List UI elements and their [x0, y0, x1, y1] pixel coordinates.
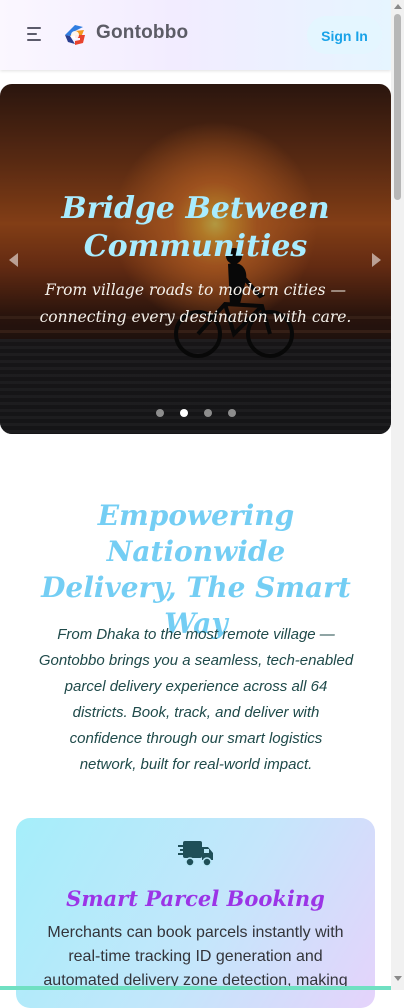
shipping-truck-icon [178, 841, 213, 867]
feature-card-smart-parcel-booking: Smart Parcel Booking Merchants can book … [16, 818, 375, 1008]
hero-subtitle: From village roads to modern cities — con… [39, 281, 352, 326]
hamburger-menu-icon[interactable] [27, 27, 43, 41]
hero-title: Bridge Between Communities [61, 191, 330, 264]
hero-slider: Bridge Between Communities From village r… [0, 84, 391, 434]
top-navbar: Gontobbo Sign In [0, 0, 391, 70]
slider-prev-arrow-icon[interactable] [9, 253, 18, 267]
slide-dot-4[interactable] [228, 409, 236, 417]
sign-in-button[interactable]: Sign In [307, 16, 382, 54]
slider-next-arrow-icon[interactable] [372, 253, 381, 267]
section-description: From Dhaka to the most remote village — … [38, 626, 354, 773]
gontobbo-logo-icon[interactable] [62, 22, 88, 48]
page-scrollbar[interactable] [391, 0, 404, 990]
card-description: Merchants can book parcels instantly wit… [43, 924, 348, 989]
section-title: Empowering Nationwide Delivery, The Smar… [41, 499, 351, 640]
slide-dot-3[interactable] [204, 409, 212, 417]
scrollbar-thumb[interactable] [394, 14, 401, 200]
scroll-up-arrow-icon[interactable] [394, 4, 402, 9]
slider-pagination [156, 409, 240, 417]
slide-dot-1[interactable] [156, 409, 164, 417]
card-title: Smart Parcel Booking [66, 886, 325, 911]
brand-name[interactable]: Gontobbo [96, 22, 188, 44]
bottom-accent-line [0, 986, 391, 990]
slide-dot-2[interactable] [180, 409, 188, 417]
scroll-down-arrow-icon[interactable] [394, 976, 402, 981]
